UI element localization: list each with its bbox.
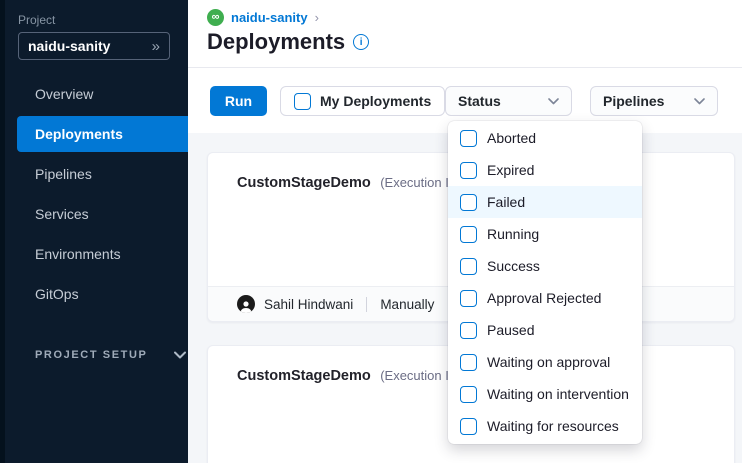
pipeline-name[interactable]: CustomStageDemo [237,175,371,191]
my-deployments-label: My Deployments [320,93,431,109]
breadcrumb: ∞ naidu-sanity › [207,9,319,26]
checkbox-icon[interactable] [460,354,477,371]
chevron-down-icon [548,98,559,105]
status-option-aborted[interactable]: Aborted [448,122,642,154]
status-option-waiting-on-approval[interactable]: Waiting on approval [448,346,642,378]
trigger-type: Manually [380,297,434,312]
status-option-label: Paused [487,322,534,338]
status-option-label: Approval Rejected [487,290,601,306]
chevron-down-icon [694,98,705,105]
sidebar-item-deployments[interactable]: Deployments [17,116,188,152]
status-option-running[interactable]: Running [448,218,642,250]
my-deployments-checkbox[interactable] [294,93,311,110]
header-divider [188,67,742,68]
page-title-text: Deployments [207,29,345,55]
checkbox-icon[interactable] [460,322,477,339]
execution-id-text: (Execution Id [380,175,456,190]
status-filter-dropdown[interactable]: Status [445,86,572,116]
status-option-waiting-on-intervention[interactable]: Waiting on intervention [448,378,642,410]
app-window: Project naidu-sanity » Overview Deployme… [0,0,742,463]
project-selector-value: naidu-sanity [28,38,110,54]
status-filter-menu: Aborted Expired Failed Running Success A… [448,121,642,444]
double-chevron-icon: » [152,39,160,54]
checkbox-icon[interactable] [460,418,477,435]
status-option-label: Waiting on approval [487,354,610,370]
pipelines-filter-label: Pipelines [603,93,664,109]
checkbox-icon[interactable] [460,386,477,403]
status-option-failed[interactable]: Failed [448,186,642,218]
user-avatar-icon [237,295,255,313]
status-option-label: Waiting on intervention [487,386,629,402]
checkbox-icon[interactable] [460,162,477,179]
project-icon: ∞ [207,9,224,26]
status-option-label: Success [487,258,540,274]
chevron-right-icon: › [315,10,319,25]
my-deployments-toggle[interactable]: My Deployments [280,86,445,116]
status-option-expired[interactable]: Expired [448,154,642,186]
status-option-approval-rejected[interactable]: Approval Rejected [448,282,642,314]
status-option-success[interactable]: Success [448,250,642,282]
sidebar-nav: Overview Deployments Pipelines Services … [0,74,188,314]
checkbox-icon[interactable] [460,290,477,307]
run-button[interactable]: Run [210,86,267,116]
project-setup-toggle[interactable]: PROJECT SETUP [35,349,186,361]
sidebar-item-overview[interactable]: Overview [0,74,188,114]
checkbox-icon[interactable] [460,258,477,275]
status-option-label: Waiting for resources [487,418,619,434]
checkbox-icon[interactable] [460,226,477,243]
project-selector[interactable]: naidu-sanity » [18,32,170,60]
triggered-by: Sahil Hindwani [264,297,353,312]
breadcrumb-project-link[interactable]: naidu-sanity [231,10,308,25]
pipelines-filter-dropdown[interactable]: Pipelines [590,86,718,116]
status-option-label: Running [487,226,539,242]
sidebar-item-services[interactable]: Services [0,194,188,234]
sidebar: Project naidu-sanity » Overview Deployme… [0,0,188,463]
sidebar-item-pipelines[interactable]: Pipelines [0,154,188,194]
sidebar-item-gitops[interactable]: GitOps [0,274,188,314]
pipeline-name[interactable]: CustomStageDemo [237,368,371,384]
chevron-down-icon [174,351,186,359]
checkbox-icon[interactable] [460,194,477,211]
info-icon[interactable]: i [353,34,369,50]
project-setup-label: PROJECT SETUP [35,349,148,361]
status-option-label: Aborted [487,130,536,146]
checkbox-icon[interactable] [460,130,477,147]
status-filter-label: Status [458,93,501,109]
status-option-waiting-for-resources[interactable]: Waiting for resources [448,410,642,442]
status-option-label: Failed [487,194,525,210]
status-option-label: Expired [487,162,534,178]
execution-id-text: (Execution Id [380,368,456,383]
sidebar-item-environments[interactable]: Environments [0,234,188,274]
page-title: Deployments i [207,29,369,55]
project-label: Project [18,13,55,27]
status-option-paused[interactable]: Paused [448,314,642,346]
footer-divider [366,297,367,312]
